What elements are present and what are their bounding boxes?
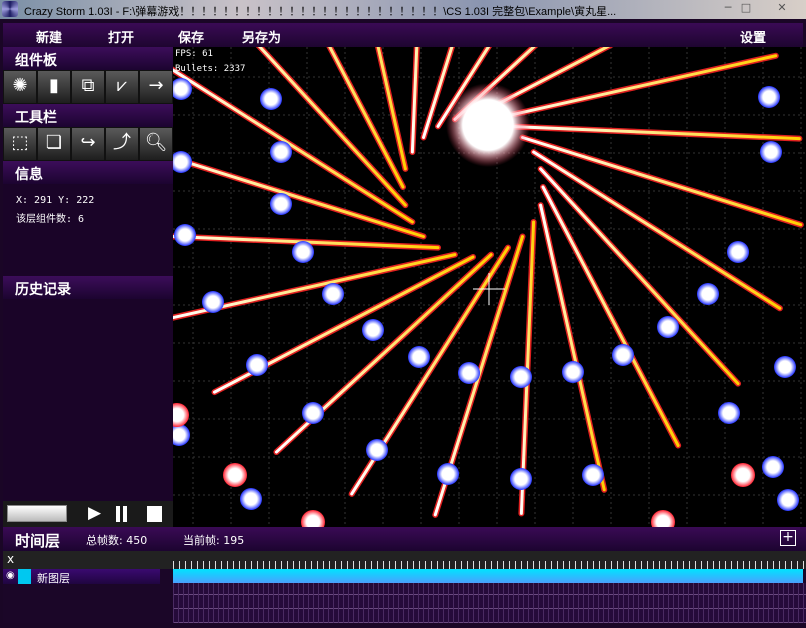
red-bullet (301, 510, 325, 527)
round-bullet (437, 463, 459, 485)
total-frames: 总帧数: 450 (86, 534, 148, 547)
bullet-canvas (173, 47, 806, 527)
coords-text: X: 291 Y: 222 (16, 195, 95, 206)
pause-icon[interactable] (116, 506, 120, 522)
round-bullet (408, 346, 430, 368)
round-bullet (246, 354, 268, 376)
round-bullet (292, 241, 314, 263)
frame-input[interactable] (7, 505, 67, 522)
frame-ruler[interactable] (173, 551, 806, 569)
round-bullet (697, 283, 719, 305)
zoom-icon[interactable]: 🔍︎ (139, 127, 173, 161)
fps-text: FPS: 61 (175, 49, 213, 59)
round-bullet (240, 488, 262, 510)
stop-icon[interactable] (147, 506, 162, 522)
select-icon[interactable]: ⬚ (3, 127, 37, 161)
delete-layer-button[interactable]: x (7, 552, 14, 566)
component-tools: ✺ ▮ ⧉ ⩗ → (3, 70, 173, 104)
round-bullet (762, 456, 784, 478)
red-bullet (731, 463, 755, 487)
red-bullet (173, 403, 189, 427)
menu-bar: 新建 打开 保存 另存为 设置 (3, 23, 803, 47)
layer-count-text: 该层组件数: 6 (16, 214, 85, 225)
maximize-button[interactable]: □ (733, 0, 759, 17)
round-bullet (322, 283, 344, 305)
red-bullet (223, 463, 247, 487)
round-bullet (777, 489, 799, 511)
menu-new[interactable]: 新建 (36, 27, 62, 46)
round-bullet (510, 468, 532, 490)
close-button[interactable]: ✕ (762, 0, 802, 17)
window-title: Crazy Storm 1.03I - F:\弹幕游戏！！！！！！！！！！！！！… (24, 6, 617, 18)
layers-icon[interactable]: ❏ (37, 127, 71, 161)
timeline-title: 时间层 (15, 532, 61, 550)
laser-icon[interactable]: ▮ (37, 70, 71, 104)
toolbar-header: 工具栏 (3, 104, 173, 127)
layer-panel: x ◉ 新图层 (3, 551, 806, 623)
force-icon[interactable]: → (139, 70, 173, 104)
toolbar-tools: ⬚ ❏ ↪ ⤴ 🔍︎ (3, 127, 173, 161)
rebound-icon[interactable]: ⩗ (105, 70, 139, 104)
add-layer-button[interactable]: + (780, 530, 796, 546)
round-bullet (202, 291, 224, 313)
round-bullet (362, 319, 384, 341)
boss-glow (446, 83, 530, 167)
play-icon[interactable]: ▶ (88, 503, 101, 523)
info-header: 信息 (3, 161, 173, 184)
round-bullet (657, 316, 679, 338)
round-bullet (760, 141, 782, 163)
layer-color-swatch[interactable] (18, 569, 31, 584)
round-bullet (366, 439, 388, 461)
round-bullet (458, 362, 480, 384)
app-logo-icon (2, 1, 18, 17)
mask-icon[interactable]: ⧉ (71, 70, 105, 104)
menu-open[interactable]: 打开 (108, 27, 134, 46)
history-header: 历史记录 (3, 276, 173, 299)
round-bullet (582, 464, 604, 486)
round-bullet (510, 366, 532, 388)
current-frame: 当前帧: 195 (183, 534, 245, 547)
round-bullet (174, 224, 196, 246)
visibility-eye-icon[interactable]: ◉ (6, 570, 15, 581)
components-header: 组件板 (3, 47, 173, 70)
bullets-text: Bullets: 2337 (175, 64, 246, 74)
menu-settings[interactable]: 设置 (740, 27, 766, 46)
layer-row[interactable]: ◉ 新图层 (3, 569, 160, 585)
round-bullet (270, 141, 292, 163)
emitter-icon[interactable]: ✺ (3, 70, 37, 104)
layer-name: 新图层 (37, 572, 70, 585)
red-bullet (651, 510, 675, 527)
timeline-header: 时间层 总帧数: 450 当前帧: 195 + (3, 527, 806, 551)
round-bullet (774, 356, 796, 378)
preview-stage[interactable]: FPS: 61 Bullets: 2337 (173, 47, 806, 527)
round-bullet (612, 344, 634, 366)
round-bullet (302, 402, 324, 424)
layer-timeline-bar[interactable] (173, 569, 803, 583)
round-bullet (173, 151, 192, 173)
round-bullet (562, 361, 584, 383)
round-bullet (718, 402, 740, 424)
round-bullet (173, 424, 190, 446)
playback-controls: ▶ (3, 501, 173, 527)
round-bullet (727, 241, 749, 263)
round-bullet (260, 88, 282, 110)
undo-icon[interactable]: ↪ (71, 127, 105, 161)
timeline-grid (173, 583, 806, 623)
menu-save[interactable]: 保存 (178, 27, 204, 46)
redo-icon[interactable]: ⤴ (105, 127, 139, 161)
sidebar: 组件板 ✺ ▮ ⧉ ⩗ → 工具栏 ⬚ ❏ ↪ ⤴ 🔍︎ 信息 X: 291 Y… (3, 47, 173, 527)
title-bar: Crazy Storm 1.03I - F:\弹幕游戏！！！！！！！！！！！！！… (0, 0, 806, 19)
menu-save-as[interactable]: 另存为 (242, 27, 281, 46)
round-bullet (758, 86, 780, 108)
round-bullet (270, 193, 292, 215)
